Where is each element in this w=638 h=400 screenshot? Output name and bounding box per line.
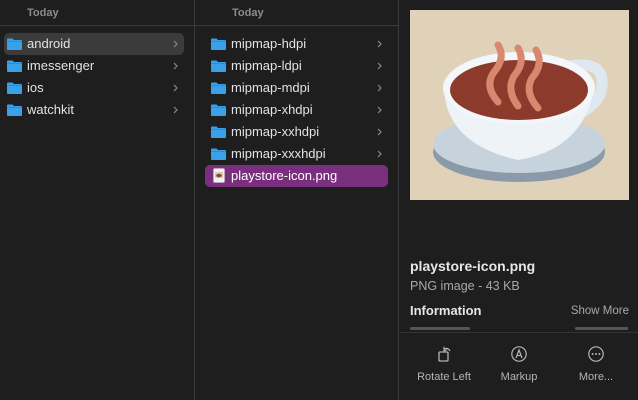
folder-item-mipmap-ldpi[interactable]: mipmap-ldpi (205, 55, 388, 77)
rotate-left-button[interactable]: Rotate Left (404, 333, 484, 400)
coffee-cup-icon (433, 41, 608, 182)
chevron-right-icon (173, 62, 178, 70)
folder-item-label: mipmap-hdpi (231, 36, 307, 51)
markup-label: Markup (500, 371, 538, 383)
column-android: Today mipmap-hdpi mipmap-ldpi mipmap-mdp… (195, 0, 399, 400)
folder-item-label: imessenger (27, 58, 95, 73)
folder-icon (211, 38, 226, 50)
rotate-left-icon (438, 346, 451, 362)
folder-item-label: watchkit (27, 102, 74, 117)
folder-item-label: mipmap-mdpi (231, 80, 310, 95)
preview-thumbnail (410, 10, 629, 200)
preview-file-meta: PNG image - 43 KB (410, 279, 520, 293)
quick-actions-bar: Rotate Left Markup More... (400, 332, 638, 400)
folder-icon (7, 82, 22, 94)
folder-item-ios[interactable]: ios (4, 77, 184, 99)
folder-item-mipmap-xxhdpi[interactable]: mipmap-xxhdpi (205, 121, 388, 143)
more-icon (588, 346, 604, 362)
folder-list: mipmap-hdpi mipmap-ldpi mipmap-mdpi mipm… (195, 26, 398, 187)
information-heading: Information (410, 303, 482, 318)
chevron-right-icon (377, 40, 382, 48)
rotate-left-label: Rotate Left (417, 371, 471, 383)
preview-panel: playstore-icon.png PNG image - 43 KB Inf… (400, 0, 638, 400)
chevron-right-icon (377, 84, 382, 92)
folder-item-mipmap-xhdpi[interactable]: mipmap-xhdpi (205, 99, 388, 121)
folder-item-label: mipmap-xhdpi (231, 102, 313, 117)
info-row-placeholder (575, 327, 628, 330)
more-button[interactable]: More... (556, 333, 636, 400)
folder-item-mipmap-mdpi[interactable]: mipmap-mdpi (205, 77, 388, 99)
chevron-right-icon (173, 84, 178, 92)
chevron-right-icon (173, 40, 178, 48)
chevron-right-icon (377, 128, 382, 136)
more-label: More... (578, 371, 614, 383)
markup-icon (511, 346, 527, 362)
folder-item-label: mipmap-xxhdpi (231, 124, 320, 139)
image-file-icon (213, 168, 225, 183)
information-rows-clipped (410, 324, 628, 332)
folder-icon (7, 104, 22, 116)
folder-item-imessenger[interactable]: imessenger (4, 55, 184, 77)
chevron-right-icon (377, 62, 382, 70)
chevron-right-icon (173, 106, 178, 114)
folder-icon (7, 38, 22, 50)
folder-icon (211, 82, 226, 94)
chevron-right-icon (377, 150, 382, 158)
file-item-label: playstore-icon.png (231, 168, 338, 183)
folder-item-label: mipmap-ldpi (231, 58, 302, 73)
folder-icon (211, 148, 226, 160)
folder-icon (7, 60, 22, 72)
preview-file-name: playstore-icon.png (410, 258, 536, 274)
info-row-placeholder (410, 327, 470, 330)
column-header-today: Today (195, 0, 398, 26)
column-root: Today android imessenger ios watchkit (0, 0, 195, 400)
show-more-link[interactable]: Show More (571, 305, 629, 317)
folder-item-mipmap-xxxhdpi[interactable]: mipmap-xxxhdpi (205, 143, 388, 165)
folder-item-mipmap-hdpi[interactable]: mipmap-hdpi (205, 33, 388, 55)
folder-item-label: mipmap-xxxhdpi (231, 146, 326, 161)
markup-button[interactable]: Markup (479, 333, 559, 400)
column-header-today: Today (0, 0, 194, 26)
chevron-right-icon (377, 106, 382, 114)
folder-list: android imessenger ios watchkit (0, 26, 194, 121)
folder-icon (211, 104, 226, 116)
folder-item-label: android (27, 36, 71, 51)
file-item-playstore-icon[interactable]: playstore-icon.png (205, 165, 388, 187)
folder-item-android[interactable]: android (4, 33, 184, 55)
folder-item-watchkit[interactable]: watchkit (4, 99, 184, 121)
folder-icon (211, 126, 226, 138)
folder-item-label: ios (27, 80, 44, 95)
folder-icon (211, 60, 226, 72)
